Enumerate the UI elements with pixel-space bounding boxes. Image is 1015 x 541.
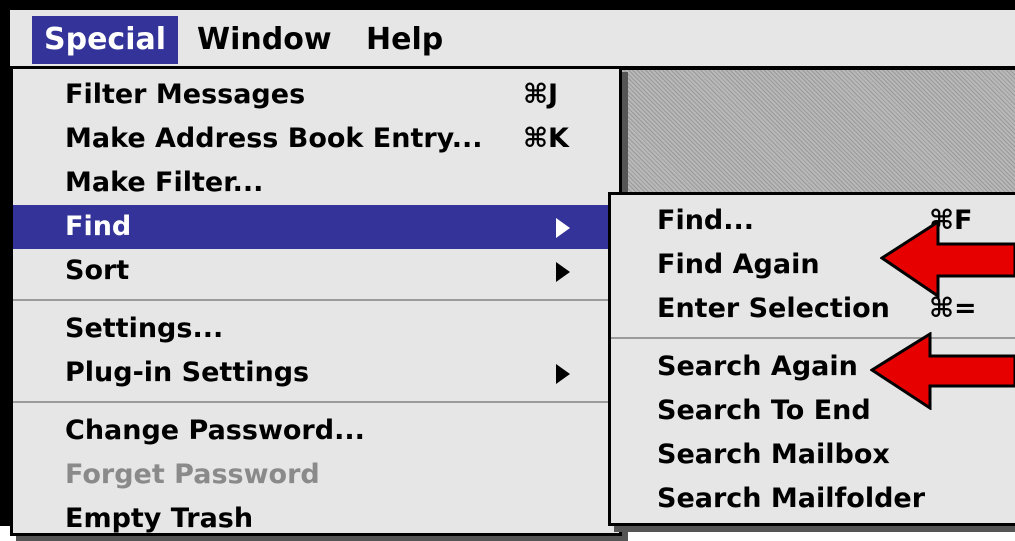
menu-item-sort[interactable]: Sort (13, 249, 619, 293)
menu-item-label: Filter Messages (65, 79, 306, 110)
menu-special[interactable]: Special (32, 16, 179, 64)
menu-item-label: Find... (657, 205, 755, 236)
menu-item-settings[interactable]: Settings... (13, 307, 619, 351)
menu-item-label: Search Mailfolder (657, 483, 926, 514)
submenu-arrow-icon (556, 364, 570, 384)
menu-bar: Special Window Help (10, 10, 1015, 70)
menu-item-label: Enter Selection (657, 293, 890, 324)
menu-item-label: Find Again (657, 249, 820, 280)
menu-item-make-address-book-entry[interactable]: Make Address Book Entry... ⌘K (13, 117, 619, 161)
menu-item-forget-password: Forget Password (13, 453, 619, 497)
submenu-item-search-mailbox[interactable]: Search Mailbox (611, 433, 1015, 477)
menu-help[interactable]: Help (354, 16, 455, 64)
menu-item-label: Search To End (657, 395, 871, 426)
menu-item-label: Search Mailbox (657, 439, 890, 470)
menu-item-change-password[interactable]: Change Password... (13, 409, 619, 453)
submenu-item-search-mailfolder[interactable]: Search Mailfolder (611, 477, 1015, 521)
menu-item-label: Make Filter... (65, 167, 264, 198)
special-menu: Filter Messages ⌘J Make Address Book Ent… (10, 66, 622, 536)
submenu-arrow-icon (556, 218, 570, 238)
menu-item-label: Search Again (657, 351, 858, 382)
menu-item-label: Make Address Book Entry... (65, 123, 483, 154)
menu-separator (13, 401, 619, 403)
menu-separator (13, 299, 619, 301)
red-arrow-icon (870, 332, 1015, 410)
menu-item-filter-messages[interactable]: Filter Messages ⌘J (13, 73, 619, 117)
menu-item-label: Empty Trash (65, 503, 254, 534)
menu-item-find[interactable]: Find (13, 205, 619, 249)
menu-item-label: Settings... (65, 313, 224, 344)
shortcut-label: ⌘K (523, 123, 569, 154)
menu-item-label: Sort (65, 255, 130, 286)
red-arrow-icon (880, 220, 1015, 299)
menu-item-empty-trash[interactable]: Empty Trash (13, 497, 619, 541)
menu-item-plugin-settings[interactable]: Plug-in Settings (13, 351, 619, 395)
menu-item-label: Forget Password (65, 459, 320, 490)
menu-item-label: Plug-in Settings (65, 357, 310, 388)
menu-item-make-filter[interactable]: Make Filter... (13, 161, 619, 205)
menu-item-label: Change Password... (65, 415, 365, 446)
submenu-arrow-icon (556, 262, 570, 282)
menu-item-label: Find (65, 211, 132, 242)
shortcut-label: ⌘J (523, 79, 559, 110)
menu-window[interactable]: Window (185, 16, 344, 64)
